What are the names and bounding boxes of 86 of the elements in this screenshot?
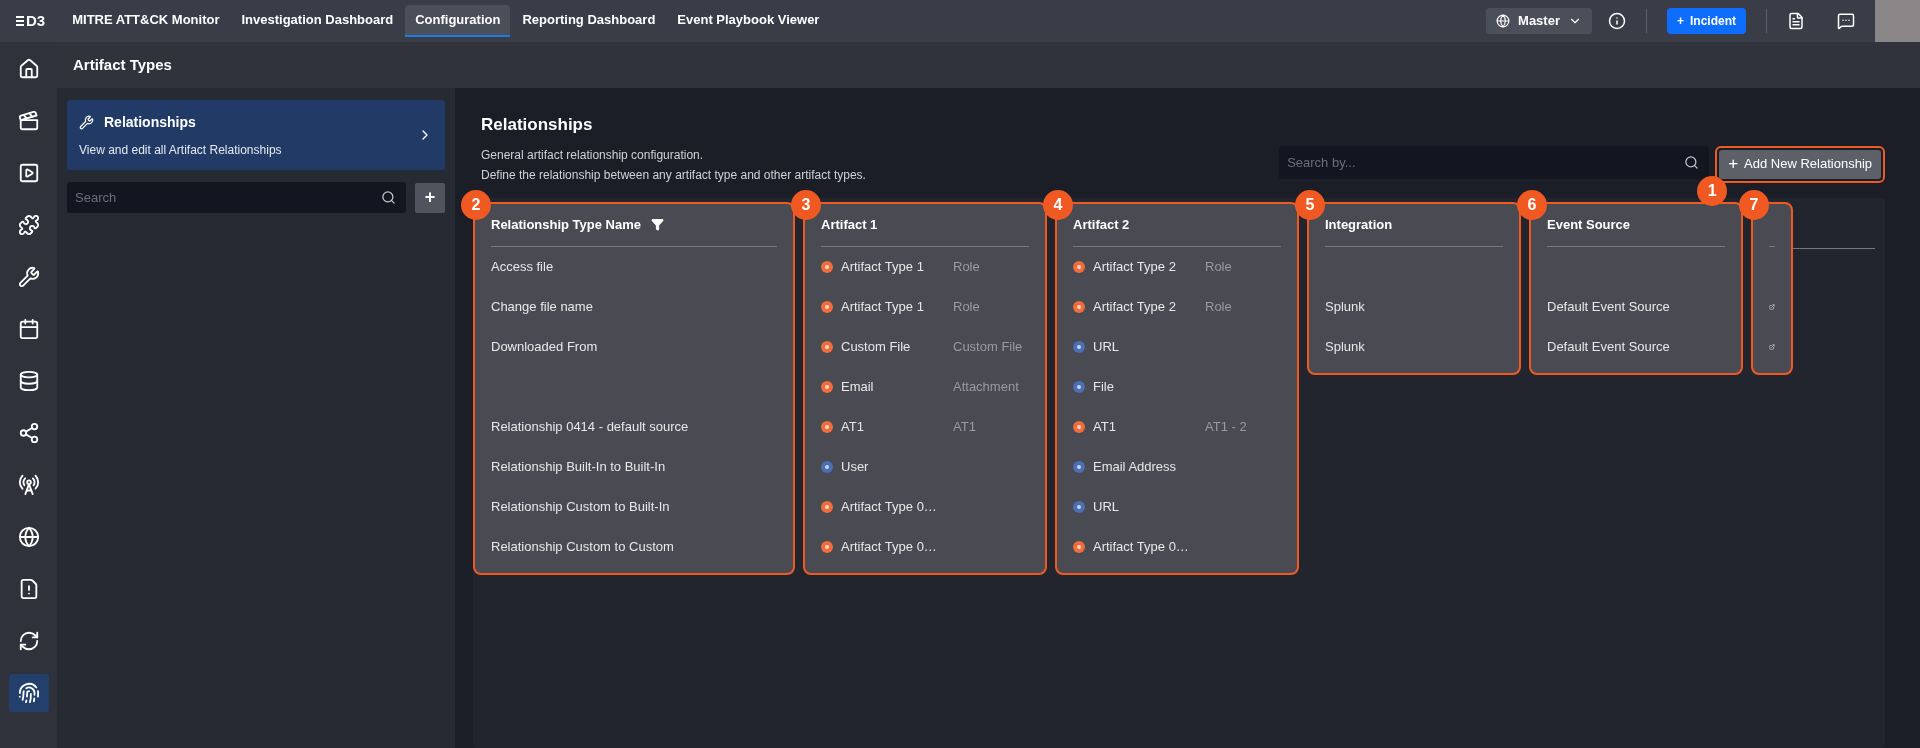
table-cell-text: Relationship Custom to Built-In bbox=[491, 497, 670, 516]
nav-tab[interactable]: Event Playbook Viewer bbox=[667, 5, 830, 37]
callout-number: 5 bbox=[1295, 189, 1325, 220]
new-incident-button[interactable]: + Incident bbox=[1666, 8, 1746, 34]
artifact-role: Role bbox=[953, 257, 980, 276]
artifact-name: Email Address bbox=[1093, 457, 1178, 476]
table-cell-text: Splunk bbox=[1325, 297, 1365, 316]
globe-icon bbox=[1496, 14, 1511, 28]
nav-tab[interactable]: MITRE ATT&CK Monitor bbox=[62, 5, 230, 37]
page-title: Artifact Types bbox=[73, 54, 172, 75]
add-button[interactable]: + bbox=[415, 182, 445, 213]
logo: D3 bbox=[16, 9, 46, 33]
callout-number: 3 bbox=[791, 189, 821, 220]
antenna-icon bbox=[17, 474, 40, 496]
column-header[interactable]: Artifact 2 bbox=[1073, 214, 1130, 235]
puzzle-icon bbox=[17, 214, 40, 236]
column-header[interactable]: Integration bbox=[1325, 214, 1393, 235]
artifact-role: Role bbox=[953, 297, 980, 316]
artifact-name: AT1 bbox=[1093, 417, 1117, 436]
search-field[interactable]: Search bbox=[67, 182, 406, 213]
table-cell-text: Default Event Source bbox=[1547, 297, 1670, 316]
nav-tab[interactable]: Investigation Dashboard bbox=[231, 5, 404, 37]
artifact-name: Artifact Type 2 bbox=[1093, 297, 1177, 316]
artifact-name: Artifact Type 0… bbox=[1093, 537, 1190, 556]
callout-number: 4 bbox=[1043, 189, 1073, 220]
relationships-card[interactable]: Relationships View and edit all Artifact Relationships bbox=[67, 100, 445, 170]
artifact-name: File bbox=[1093, 377, 1115, 396]
description-text: General artifact relationship configuration. bbox=[481, 146, 705, 164]
table-cell-text: Change file name bbox=[491, 297, 593, 316]
nav-tab[interactable]: Reporting Dashboard bbox=[512, 5, 666, 37]
card-title: Relationships bbox=[104, 112, 196, 132]
info-icon[interactable] bbox=[1607, 12, 1626, 30]
table-cell-text: Access file bbox=[491, 257, 554, 276]
artifact-name: URL bbox=[1093, 497, 1120, 516]
wrench-icon bbox=[79, 114, 94, 130]
artifact-name: AT1 bbox=[841, 417, 865, 436]
play-icon bbox=[17, 162, 40, 184]
artifact-name: Artifact Type 2 bbox=[1093, 257, 1177, 276]
callout-number: 6 bbox=[1517, 189, 1547, 220]
network-icon bbox=[17, 422, 40, 444]
artifact-name: User bbox=[841, 457, 870, 476]
table-cell-text: Default Event Source bbox=[1547, 337, 1670, 356]
search-icon bbox=[381, 190, 396, 205]
add-relationship-button[interactable]: + Add New Relationship bbox=[1719, 149, 1881, 179]
home-icon bbox=[17, 58, 40, 80]
refresh-icon bbox=[17, 630, 40, 652]
card-subtitle: View and edit all Artifact Relationships bbox=[79, 141, 283, 159]
chat-icon[interactable] bbox=[1837, 12, 1855, 30]
column-header[interactable]: Artifact 1 bbox=[821, 214, 878, 235]
table-cell-text: Downloaded From bbox=[491, 337, 598, 356]
artifact-role: Role bbox=[1205, 257, 1232, 276]
artifact-role: AT1 - 2 bbox=[1205, 417, 1247, 436]
artifact-role: AT1 bbox=[953, 417, 976, 436]
description-text: Define the relationship between any artifact type and other artifact types. bbox=[481, 166, 867, 184]
artifact-name: Artifact Type 1 bbox=[841, 257, 925, 276]
fingerprint-icon bbox=[17, 682, 40, 704]
table-cell-text: Relationship Built-In to Built-In bbox=[491, 457, 666, 476]
artifact-name: Artifact Type 0… bbox=[841, 537, 938, 556]
filter-icon[interactable] bbox=[651, 218, 664, 231]
artifact-name: Custom File bbox=[841, 337, 912, 356]
calendar-icon bbox=[17, 318, 40, 340]
artifact-name: Email bbox=[841, 377, 875, 396]
callout-number: 2 bbox=[461, 189, 491, 220]
table-cell-text: Relationship Custom to Custom bbox=[491, 537, 674, 556]
callout-number: 7 bbox=[1739, 189, 1769, 220]
section-title: Relationships bbox=[481, 114, 594, 136]
nav-tab[interactable]: Configuration bbox=[405, 5, 511, 37]
nav-rail-item[interactable] bbox=[8, 674, 49, 712]
wrench-icon bbox=[17, 266, 40, 288]
table-cell-text: Splunk bbox=[1325, 337, 1365, 356]
artifact-name: Artifact Type 0… bbox=[841, 497, 938, 516]
column-header[interactable]: Relationship Type Name bbox=[491, 214, 641, 235]
artifact-name: Artifact Type 1 bbox=[841, 297, 925, 316]
table-cell-text: Relationship 0414 - default source bbox=[491, 417, 689, 436]
table-search-field[interactable]: Search by... bbox=[1279, 145, 1710, 179]
artifact-role: Role bbox=[1205, 297, 1232, 316]
artifact-name: URL bbox=[1093, 337, 1120, 356]
document-info-icon[interactable] bbox=[1787, 12, 1805, 30]
column-header[interactable]: Event Source bbox=[1547, 214, 1631, 235]
artifact-role: Attachment bbox=[953, 377, 1019, 396]
search-icon bbox=[1684, 154, 1700, 170]
globe-icon bbox=[17, 526, 40, 548]
clapperboard-icon bbox=[17, 110, 40, 132]
database-icon bbox=[17, 370, 40, 392]
artifact-role: Custom File bbox=[953, 337, 1023, 356]
site-selector[interactable]: Master bbox=[1486, 8, 1592, 34]
